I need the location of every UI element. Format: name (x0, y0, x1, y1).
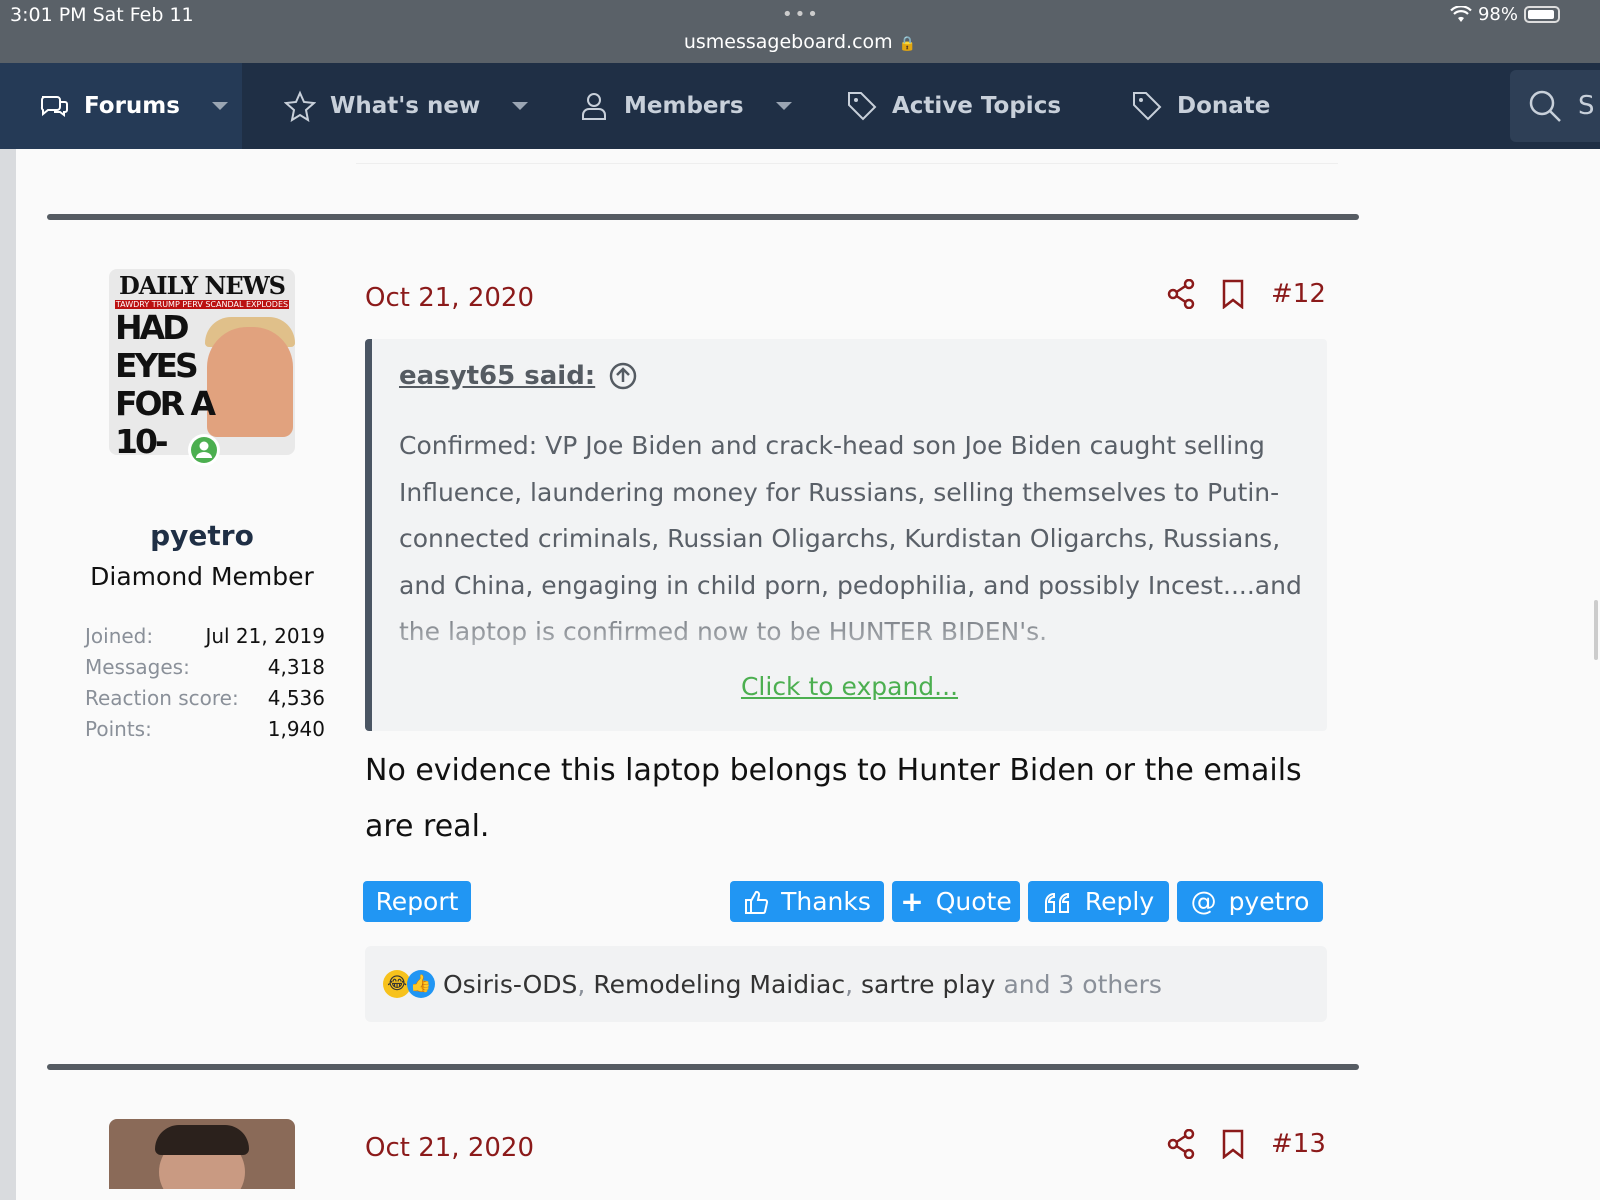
avatar[interactable]: DAILY NEWS TAWDRY TRUMP PERV SCANDAL EXP… (109, 269, 295, 455)
tab-dots-handle[interactable]: ••• (782, 4, 820, 25)
report-button[interactable]: Report (363, 881, 471, 922)
user-title: Diamond Member (90, 562, 314, 591)
nav-forums[interactable]: Forums (0, 63, 242, 149)
post-13: Oct 21, 2020 #13 (47, 1119, 1359, 1200)
nav-members-label: Members (624, 93, 744, 119)
tag-icon (848, 92, 877, 121)
thanks-button[interactable]: Thanks (730, 881, 884, 922)
quote-button[interactable]: + Quote (892, 881, 1020, 922)
quote-fade (372, 599, 1327, 659)
previous-post-end (356, 149, 1338, 164)
tag-icon (1133, 92, 1162, 121)
page-gutter (0, 149, 16, 1200)
user-stats: Joined: Jul 21, 2019 Messages: 4,318 React… (85, 624, 325, 748)
quote-author-link[interactable]: easyt65 said: (399, 361, 637, 391)
plus-icon: + (900, 885, 924, 918)
nav-members[interactable]: Members (578, 63, 792, 149)
post-separator (47, 1064, 1359, 1070)
stat-joined: Joined: Jul 21, 2019 (85, 624, 325, 655)
nav-whats-new-label: What's new (330, 93, 481, 119)
nav-active-topics[interactable]: Active Topics (846, 63, 1061, 149)
wifi-icon (1450, 5, 1472, 22)
reply-label: Reply (1084, 887, 1155, 916)
avatar-logo-text: DAILY NEWS (118, 271, 286, 300)
battery-icon (1524, 6, 1560, 23)
reactions-others-link[interactable]: and 3 others (1003, 970, 1161, 999)
chevron-down-icon[interactable] (775, 102, 792, 110)
thumbs-up-icon (745, 890, 769, 914)
quote-marks-icon (1044, 892, 1069, 913)
share-icon[interactable] (1167, 1129, 1195, 1159)
post-number[interactable]: #13 (1271, 1129, 1326, 1159)
nav-donate-label: Donate (1177, 93, 1271, 119)
quote-block: easyt65 said: Confirmed: VP Joe Biden an… (365, 339, 1327, 731)
stat-points: Points: 1,940 (85, 717, 325, 748)
chevron-down-icon[interactable] (211, 102, 228, 110)
chevron-down-icon[interactable] (512, 102, 529, 110)
share-icon[interactable] (1167, 279, 1195, 309)
bookmark-icon[interactable] (1221, 279, 1245, 309)
online-status-icon (188, 434, 220, 466)
avatar[interactable] (109, 1119, 295, 1189)
reactor-name[interactable]: Osiris-ODS (443, 970, 577, 999)
post-date[interactable]: Oct 21, 2020 (365, 1133, 534, 1163)
reaction-icons[interactable]: 😂 👍 (383, 970, 435, 998)
expand-quote-link[interactable]: Click to expand... (372, 672, 1327, 701)
avatar-hair (155, 1125, 249, 1155)
person-icon (582, 93, 606, 120)
forums-icon (40, 96, 68, 117)
nav-forums-label: Forums (84, 93, 180, 119)
stat-value: Jul 21, 2019 (205, 624, 325, 648)
main-nav: Forums What's new Members Active Topics … (0, 63, 1600, 149)
stat-label: Joined: (85, 624, 154, 648)
reactor-name[interactable]: Remodeling Maidiac (593, 970, 845, 999)
bookmark-icon[interactable] (1221, 1129, 1245, 1159)
status-right: 98% (1450, 4, 1560, 25)
battery-percent: 98% (1477, 4, 1518, 25)
url-text: usmessageboard.com (683, 31, 893, 53)
thread-content: DAILY NEWS TAWDRY TRUMP PERV SCANDAL EXP… (16, 149, 1600, 1200)
stat-reaction-score: Reaction score: 4,536 (85, 686, 325, 717)
quote-author: easyt65 said: (399, 361, 596, 391)
search-button[interactable]: S (1510, 70, 1600, 142)
stat-label: Reaction score: (85, 686, 239, 710)
status-bar: 3:01 PM Sat Feb 11 ••• usmessageboard.co… (0, 0, 1600, 63)
stat-value: 1,940 (267, 717, 325, 741)
address-bar[interactable]: usmessageboard.com 🔒 (0, 31, 1600, 53)
post-separator (47, 214, 1359, 220)
reply-button[interactable]: Reply (1028, 881, 1169, 922)
post-tools: #12 (1167, 279, 1326, 309)
reactor-separator: , (845, 969, 862, 999)
search-label: S (1578, 91, 1595, 121)
scrollbar[interactable] (1594, 600, 1598, 660)
status-time: 3:01 PM Sat Feb 11 (10, 4, 194, 26)
username[interactable]: pyetro (47, 519, 357, 552)
at-icon: @ (1190, 886, 1217, 917)
post-date[interactable]: Oct 21, 2020 (365, 283, 534, 313)
mention-button[interactable]: @ pyetro (1177, 881, 1323, 922)
nav-active-topics-label: Active Topics (892, 93, 1062, 119)
star-icon (284, 90, 316, 122)
like-reaction-icon: 👍 (407, 970, 435, 998)
mention-label: pyetro (1228, 887, 1310, 916)
reactor-name[interactable]: sartre play (861, 970, 995, 999)
post-body: No evidence this laptop belongs to Hunte… (365, 753, 1302, 844)
stat-label: Messages: (85, 655, 190, 679)
reactor-separator: , (577, 969, 594, 999)
nav-whats-new[interactable]: What's new (284, 63, 529, 149)
stat-label: Points: (85, 717, 152, 741)
post-12: DAILY NEWS TAWDRY TRUMP PERV SCANDAL EXP… (47, 269, 1359, 1039)
post-tools: #13 (1167, 1129, 1326, 1159)
thanks-label: Thanks (781, 887, 871, 916)
lock-icon: 🔒 (898, 36, 917, 52)
arrow-up-circle-icon[interactable] (609, 362, 637, 390)
quote-label: Quote (935, 887, 1012, 916)
stat-value: 4,536 (267, 686, 325, 710)
post-number[interactable]: #12 (1271, 279, 1326, 309)
stat-value: 4,318 (267, 655, 325, 679)
search-icon (1529, 90, 1561, 122)
nav-donate[interactable]: Donate (1131, 63, 1270, 149)
stat-messages: Messages: 4,318 (85, 655, 325, 686)
reactions-bar: 😂 👍 Osiris-ODS, Remodeling Maidiac, sart… (365, 946, 1327, 1022)
